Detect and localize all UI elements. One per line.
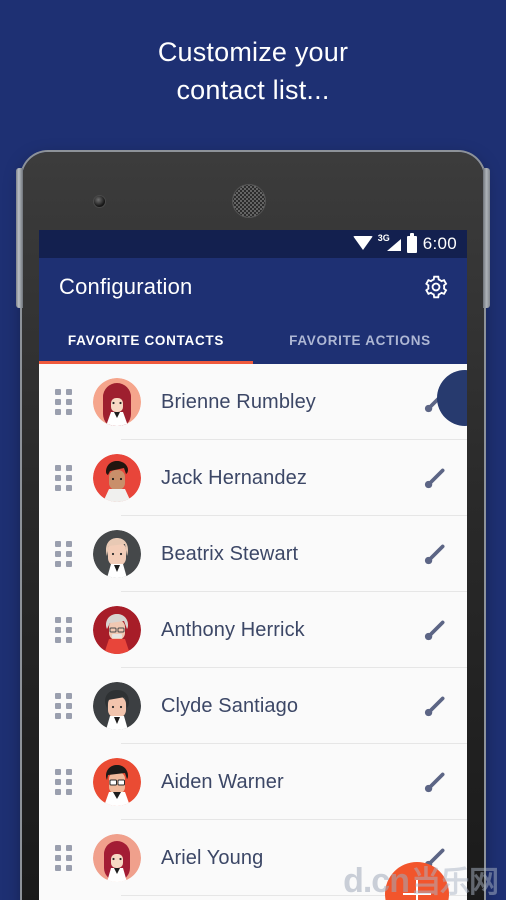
status-bar-clock: 6:00: [422, 234, 457, 253]
list-item[interactable]: Anthony Herrick: [39, 592, 467, 668]
contact-name: Beatrix Stewart: [161, 542, 299, 565]
tab-favorite-actions[interactable]: FAVORITE ACTIONS: [253, 316, 467, 364]
drag-handle-icon[interactable]: [55, 389, 73, 415]
screenshot-root: Customize your contact list... 3G 6:00 C…: [0, 0, 506, 900]
page-title: Customize your contact list...: [157, 37, 349, 105]
brush-icon[interactable]: [421, 465, 447, 491]
brush-icon[interactable]: [421, 693, 447, 719]
app-bar: Configuration: [39, 258, 467, 316]
status-bar: 3G 6:00: [39, 230, 467, 258]
brush-icon[interactable]: [421, 617, 447, 643]
battery-icon: [406, 232, 417, 253]
contact-name: Anthony Herrick: [161, 618, 305, 641]
drag-handle-icon[interactable]: [55, 617, 73, 643]
contact-name: Jack Hernandez: [161, 466, 307, 489]
drag-handle-icon[interactable]: [55, 693, 73, 719]
gear-icon[interactable]: [423, 274, 449, 300]
list-item[interactable]: Brienne Rumbley: [39, 364, 467, 440]
list-item[interactable]: Jack Hernandez: [39, 440, 467, 516]
list-item[interactable]: Aiden Warner: [39, 744, 467, 820]
drag-handle-icon[interactable]: [55, 541, 73, 567]
drag-handle-icon[interactable]: [55, 465, 73, 491]
list-item[interactable]: Clyde Santiago: [39, 668, 467, 744]
contact-name: Ariel Young: [161, 846, 264, 869]
phone-volume-button: [16, 168, 23, 308]
app-bar-title: Configuration: [59, 274, 193, 299]
avatar: [93, 378, 141, 426]
brush-icon[interactable]: [421, 541, 447, 567]
list-item[interactable]: Beatrix Stewart: [39, 516, 467, 592]
favorite-contacts-list[interactable]: Brienne Rumbley Jack Hernandez Beatrix S…: [39, 364, 467, 900]
tab-favorite-contacts[interactable]: FAVORITE CONTACTS: [39, 316, 253, 364]
avatar: [93, 454, 141, 502]
contact-name: Clyde Santiago: [161, 694, 299, 717]
tab-bar: FAVORITE CONTACTS FAVORITE ACTIONS: [39, 316, 467, 364]
wifi-icon: [352, 236, 373, 250]
phone-power-button: [483, 168, 490, 308]
brush-icon[interactable]: [421, 769, 447, 795]
drag-handle-icon[interactable]: [55, 845, 73, 871]
avatar: [93, 606, 141, 654]
avatar: [93, 530, 141, 578]
earpiece-speaker-icon: [233, 185, 265, 217]
drag-handle-icon[interactable]: [55, 769, 73, 795]
signal-bars-icon: [386, 239, 401, 251]
signal-icon: 3G: [378, 234, 401, 252]
floating-peek-circle: [437, 370, 467, 426]
phone-device-frame: 3G 6:00 Configuration FAVORITE CONTACTS …: [22, 152, 484, 900]
phone-screen: 3G 6:00 Configuration FAVORITE CONTACTS …: [39, 230, 467, 900]
avatar: [93, 834, 141, 882]
tab-favorite-contacts-label: FAVORITE CONTACTS: [67, 332, 225, 348]
front-camera-icon: [94, 196, 105, 207]
avatar: [93, 758, 141, 806]
contact-name: Brienne Rumbley: [161, 390, 316, 413]
plus-icon: [403, 880, 431, 900]
avatar: [93, 682, 141, 730]
contact-name: Aiden Warner: [161, 770, 284, 793]
tab-favorite-actions-label: FAVORITE ACTIONS: [289, 332, 431, 348]
